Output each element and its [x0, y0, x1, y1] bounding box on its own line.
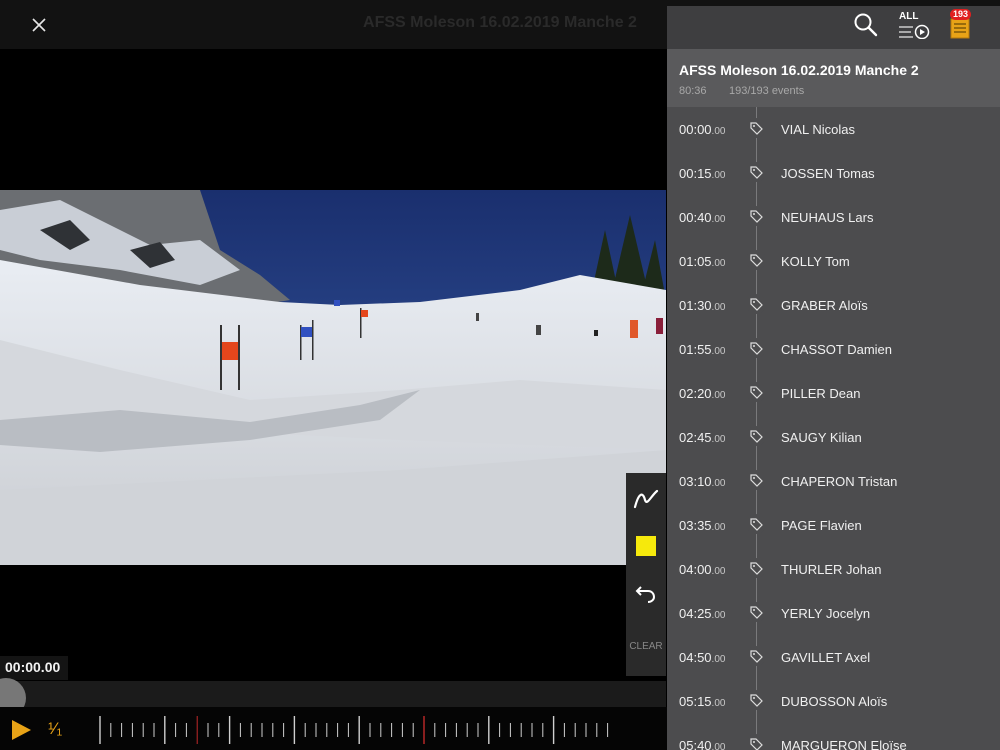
event-athlete-name: SAUGY Kilian	[781, 430, 862, 445]
event-athlete-name: MARGUERON Eloïse	[781, 738, 907, 750]
tag-icon	[746, 338, 766, 358]
event-count-badge: 193	[950, 9, 972, 20]
event-row[interactable]: 00:00.00 VIAL Nicolas	[667, 107, 1000, 151]
tag-icon	[746, 426, 766, 446]
event-athlete-name: CHASSOT Damien	[781, 342, 893, 357]
tag-icon	[746, 646, 766, 666]
tag-icon	[746, 734, 766, 750]
panel-toolbar: ALL 193	[667, 6, 1000, 49]
event-row[interactable]: 04:25.00 YERLY Jocelyn	[667, 591, 1000, 635]
close-button[interactable]	[24, 10, 54, 40]
event-time: 05:40.00	[679, 738, 726, 750]
event-row[interactable]: 03:10.00 CHAPERON Tristan	[667, 459, 1000, 503]
event-row[interactable]: 04:00.00 THURLER Johan	[667, 547, 1000, 591]
session-event-count: 193/193 events	[729, 85, 805, 97]
scrubber-track[interactable]	[0, 678, 666, 718]
event-row[interactable]: 04:50.00 GAVILLET Axel	[667, 635, 1000, 679]
session-title: AFSS Moleson 16.02.2019 Manche 2	[679, 62, 919, 78]
tag-icon	[746, 118, 766, 138]
play-button[interactable]	[9, 718, 33, 742]
tag-icon	[746, 162, 766, 182]
event-time: 02:45.00	[679, 430, 726, 445]
event-row[interactable]: 01:55.00 CHASSOT Damien	[667, 327, 1000, 371]
event-time: 00:00.00	[679, 122, 726, 137]
event-row[interactable]: 05:40.00 MARGUERON Eloïse	[667, 723, 1000, 750]
event-athlete-name: JOSSEN Tomas	[781, 166, 875, 181]
clear-button[interactable]: CLEAR	[626, 633, 666, 659]
event-athlete-name: GAVILLET Axel	[781, 650, 871, 665]
event-row[interactable]: 03:35.00 PAGE Flavien	[667, 503, 1000, 547]
event-athlete-name: NEUHAUS Lars	[781, 210, 874, 225]
event-athlete-name: VIAL Nicolas	[781, 122, 855, 137]
tag-icon	[746, 690, 766, 710]
event-athlete-name: GRABER Aloïs	[781, 298, 868, 313]
event-athlete-name: THURLER Johan	[781, 562, 882, 577]
playback-speed-button[interactable]: ¹⁄₁	[48, 719, 62, 739]
color-swatch	[636, 536, 656, 556]
tag-icon	[746, 558, 766, 578]
drawing-toolbar: CLEAR	[626, 473, 666, 676]
event-time: 01:05.00	[679, 254, 726, 269]
current-timecode: 00:00.00	[0, 656, 69, 680]
search-icon	[854, 13, 878, 37]
event-athlete-name: DUBOSSON Aloïs	[781, 694, 888, 709]
event-athlete-name: YERLY Jocelyn	[781, 606, 871, 621]
undo-button[interactable]	[626, 574, 666, 614]
tag-icon	[746, 294, 766, 314]
event-time: 02:20.00	[679, 386, 726, 401]
event-time: 04:50.00	[679, 650, 726, 665]
event-row[interactable]: 01:05.00 KOLLY Tom	[667, 239, 1000, 283]
pen-tool-button[interactable]	[626, 479, 666, 519]
event-row[interactable]: 00:15.00 JOSSEN Tomas	[667, 151, 1000, 195]
event-time: 00:15.00	[679, 166, 726, 181]
event-athlete-name: PILLER Dean	[781, 386, 861, 401]
event-list: 00:00.00 VIAL Nicolas 00:15.00 JOSSEN Tomas…	[667, 107, 1000, 750]
event-time: 00:40.00	[679, 210, 726, 225]
tag-icon	[746, 602, 766, 622]
event-row[interactable]: 05:15.00 DUBOSSON Aloïs	[667, 679, 1000, 723]
color-picker-button[interactable]	[626, 526, 666, 566]
search-button[interactable]	[853, 12, 879, 38]
video-frame[interactable]	[0, 190, 666, 565]
event-time: 01:55.00	[679, 342, 726, 357]
tag-icon	[746, 206, 766, 226]
close-icon	[32, 18, 46, 32]
tag-icon	[746, 382, 766, 402]
event-row[interactable]: 01:30.00 GRABER Aloïs	[667, 283, 1000, 327]
event-athlete-name: PAGE Flavien	[781, 518, 862, 533]
play-icon	[12, 720, 31, 740]
event-row[interactable]: 02:20.00 PILLER Dean	[667, 371, 1000, 415]
play-all-button[interactable]: ALL	[899, 11, 931, 39]
session-header[interactable]: AFSS Moleson 16.02.2019 Manche 2 80:36 1…	[667, 49, 1000, 107]
timeline-ticks[interactable]	[96, 712, 666, 746]
event-time: 03:10.00	[679, 474, 726, 489]
session-duration: 80:36	[679, 85, 707, 97]
ski-slope-image	[0, 190, 666, 565]
events-panel: ALL 193 AFSS Moleson 16.02.2019 Manche 2…	[667, 6, 1000, 750]
undo-icon	[635, 586, 656, 603]
event-time: 05:15.00	[679, 694, 726, 709]
tag-icon	[746, 250, 766, 270]
tag-icon	[746, 470, 766, 490]
tag-icon	[746, 514, 766, 534]
event-time: 03:35.00	[679, 518, 726, 533]
event-row[interactable]: 00:40.00 NEUHAUS Lars	[667, 195, 1000, 239]
event-row[interactable]: 02:45.00 SAUGY Kilian	[667, 415, 1000, 459]
event-athlete-name: KOLLY Tom	[781, 254, 850, 269]
event-time: 04:00.00	[679, 562, 726, 577]
event-athlete-name: CHAPERON Tristan	[781, 474, 898, 489]
pen-icon	[633, 489, 659, 509]
play-all-icon	[899, 24, 930, 39]
event-time: 04:25.00	[679, 606, 726, 621]
event-time: 01:30.00	[679, 298, 726, 313]
